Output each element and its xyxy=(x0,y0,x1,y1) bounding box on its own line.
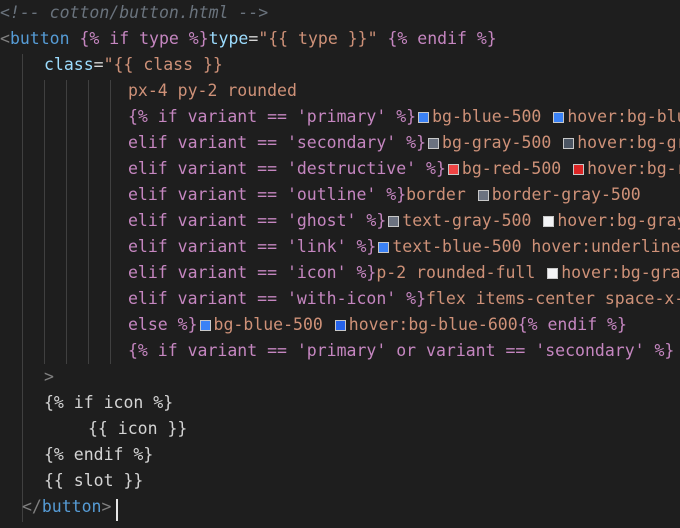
color-swatch[interactable] xyxy=(563,138,575,149)
color-swatch[interactable] xyxy=(547,268,559,279)
code-line[interactable]: <!-- cotton/button.html --> xyxy=(0,0,268,26)
code-token: "{{ type }}" xyxy=(258,29,378,48)
code-token: elif variant == 'secondary' %} xyxy=(128,133,427,152)
code-token: elif variant == 'destructive' %} xyxy=(128,159,446,178)
code-token: = xyxy=(248,29,259,48)
code-token: {% if variant == 'primary' %} xyxy=(128,107,417,126)
code-line[interactable]: {{ slot }} xyxy=(0,468,143,494)
code-token: class xyxy=(44,55,94,74)
code-token: "{{ class }} xyxy=(103,55,223,74)
code-line[interactable]: elif variant == 'outline' %}border borde… xyxy=(0,182,641,208)
code-token: hover:bg-red-600 xyxy=(587,159,680,178)
code-line[interactable]: elif variant == 'secondary' %} bg-gray-50… xyxy=(0,130,680,156)
code-token: hover:bg-blue-600 xyxy=(567,107,680,126)
code-token: {% endif %} xyxy=(44,445,154,464)
code-token: elif variant == 'link' %} xyxy=(128,237,377,256)
code-token: > xyxy=(101,497,112,516)
color-swatch[interactable] xyxy=(428,138,440,149)
code-token: elif variant == 'with-icon' %} xyxy=(128,289,427,308)
color-swatch[interactable] xyxy=(553,112,565,123)
code-token: hover:bg-gray-100 xyxy=(561,263,680,282)
color-swatch[interactable] xyxy=(543,216,555,227)
code-token: px-4 py-2 rounded xyxy=(128,81,297,100)
code-token: text-gray-500 xyxy=(402,211,542,230)
code-token: type xyxy=(208,29,249,48)
code-token: elif variant == 'ghost' %} xyxy=(128,211,387,230)
code-token: <!-- cotton/button.html --> xyxy=(0,3,269,22)
code-token: bg-gray-500 xyxy=(442,133,562,152)
code-token: button xyxy=(9,29,70,48)
code-token: < xyxy=(0,29,10,48)
code-token: {% if type %} xyxy=(79,29,209,48)
code-token: {% endif %} xyxy=(517,315,627,334)
code-token: hover:bg-blue-600 xyxy=(348,315,518,334)
code-token: hover:bg-gray-100 xyxy=(557,211,680,230)
code-line[interactable]: {% if icon %} xyxy=(0,390,173,416)
code-line[interactable]: {% endif %} xyxy=(0,442,153,468)
color-swatch[interactable] xyxy=(477,190,489,201)
code-line[interactable]: elif variant == 'icon' %}p-2 rounded-ful… xyxy=(0,260,680,286)
code-token: bg-blue-500 xyxy=(432,107,552,126)
color-swatch[interactable] xyxy=(447,164,459,175)
code-line[interactable]: elif variant == 'link' %} text-blue-500 h… xyxy=(0,234,680,260)
code-token: {% if variant == 'primary' or variant ==… xyxy=(128,341,675,360)
code-token: </ xyxy=(22,497,42,516)
code-line[interactable]: px-4 py-2 rounded xyxy=(0,78,297,104)
text-cursor xyxy=(116,499,118,521)
code-line[interactable]: <button {% if type %}type="{{ type }}" {… xyxy=(0,26,497,52)
color-swatch[interactable] xyxy=(418,112,430,123)
code-line[interactable]: {% if variant == 'primary' %} bg-blue-500… xyxy=(0,104,680,130)
code-token: border-gray-500 xyxy=(491,185,641,204)
code-token: {% endif %} xyxy=(387,29,497,48)
code-token: else %} xyxy=(128,315,198,334)
code-line[interactable]: {% if variant == 'primary' or variant ==… xyxy=(0,338,674,364)
color-swatch[interactable] xyxy=(199,320,211,331)
code-line[interactable]: class="{{ class }} xyxy=(0,52,223,78)
code-editor[interactable]: <!-- cotton/button.html --> <button {% if… xyxy=(0,0,680,528)
code-token: flex items-center space-x-2 xyxy=(426,289,680,308)
color-swatch[interactable] xyxy=(378,242,390,253)
code-token: elif variant == 'icon' %} xyxy=(128,263,377,282)
code-token: text-blue-500 hover:underline xyxy=(392,237,680,256)
color-swatch[interactable] xyxy=(388,216,400,227)
code-token: {{ icon }} xyxy=(88,419,188,438)
code-line[interactable]: elif variant == 'destructive' %} bg-red-5… xyxy=(0,156,680,182)
code-token: button xyxy=(41,497,102,516)
code-line[interactable]: </button> xyxy=(0,494,111,520)
code-line[interactable]: elif variant == 'ghost' %} text-gray-500 … xyxy=(0,208,680,234)
color-swatch[interactable] xyxy=(334,320,346,331)
code-token: > xyxy=(44,367,54,386)
code-token: {% if icon %} xyxy=(44,393,174,412)
code-token: hover:bg-gray-600 xyxy=(577,133,680,152)
color-swatch[interactable] xyxy=(573,164,585,175)
code-line[interactable]: else %} bg-blue-500 hover:bg-blue-600{% e… xyxy=(0,312,627,338)
code-token: bg-red-500 xyxy=(461,159,572,178)
code-token: {{ slot }} xyxy=(44,471,144,490)
code-line[interactable]: elif variant == 'with-icon' %}flex items… xyxy=(0,286,680,312)
code-token: bg-blue-500 xyxy=(213,315,333,334)
code-token: = xyxy=(93,55,104,74)
code-token: border xyxy=(406,185,476,204)
code-token: elif variant == 'outline' %} xyxy=(128,185,407,204)
code-line[interactable]: {{ icon }} xyxy=(0,416,187,442)
code-token: p-2 rounded-full xyxy=(376,263,546,282)
code-line[interactable]: > xyxy=(0,364,54,390)
